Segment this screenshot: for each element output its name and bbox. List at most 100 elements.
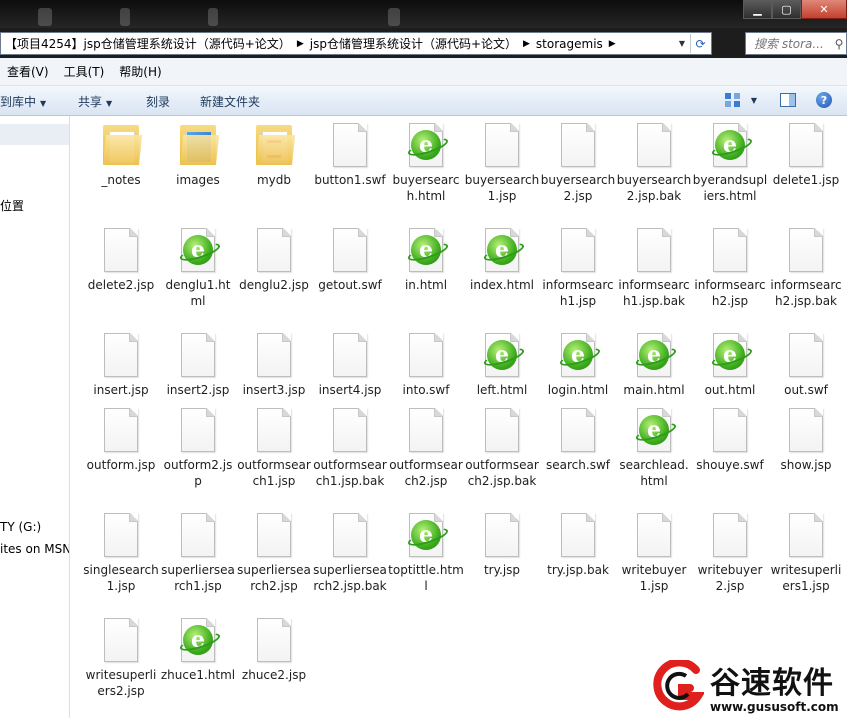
file-item[interactable]: e toptittle.html [388, 510, 464, 594]
file-item[interactable]: outformsearch2.jsp [388, 405, 464, 489]
file-item[interactable]: outformsearch2.jsp.bak [464, 405, 540, 489]
breadcrumb-project[interactable]: 【项目4254】jsp仓储管理系统设计（源代码+论文） [1, 35, 295, 52]
maximize-button[interactable]: ▢ [772, 0, 801, 19]
folder-item[interactable]: images [160, 120, 236, 188]
file-item[interactable]: informsearch1.jsp.bak [616, 225, 692, 309]
address-history-dropdown-icon[interactable]: ▼ [675, 33, 689, 54]
file-item[interactable]: into.swf [388, 330, 464, 398]
menu-help[interactable]: 帮助(H) [112, 63, 169, 80]
document-icon [331, 332, 369, 377]
nav-item-drive-g[interactable]: TY (G:) [0, 520, 41, 534]
file-item[interactable]: buyersearch1.jsp [464, 120, 540, 204]
file-item[interactable]: insert2.jsp [160, 330, 236, 398]
file-item[interactable]: delete1.jsp [768, 120, 844, 188]
file-item[interactable]: singlesearch1.jsp [83, 510, 159, 594]
file-item[interactable]: try.jsp [464, 510, 540, 578]
file-item[interactable]: show.jsp [768, 405, 844, 473]
file-name: buyersearch.html [392, 173, 460, 203]
nav-selected-row[interactable] [0, 124, 69, 145]
file-item[interactable]: outformsearch1.jsp [236, 405, 312, 489]
file-name: out.swf [784, 383, 828, 397]
file-name: outform.jsp [86, 458, 156, 472]
breadcrumb-chevron-icon[interactable]: ▶ [607, 39, 618, 49]
file-item[interactable]: zhuce2.jsp [236, 615, 312, 683]
file-item[interactable]: insert3.jsp [236, 330, 312, 398]
file-item[interactable]: delete2.jsp [83, 225, 159, 293]
file-item[interactable]: e denglu1.html [160, 225, 236, 309]
file-item[interactable]: shouye.swf [692, 405, 768, 473]
folder-item[interactable]: mydb [236, 120, 312, 188]
file-item[interactable]: e searchlead.html [616, 405, 692, 489]
file-name: zhuce1.html [160, 668, 236, 682]
file-item[interactable]: e byerandsupliers.html [692, 120, 768, 204]
nav-item-locations[interactable]: 位置 [0, 197, 24, 214]
document-icon [102, 617, 140, 662]
file-item[interactable]: outform.jsp [83, 405, 159, 473]
file-item[interactable]: getout.swf [312, 225, 388, 293]
breadcrumb-chevron-icon[interactable]: ▶ [295, 39, 306, 49]
share-button[interactable]: 共享 ▼ [78, 93, 112, 110]
view-grid-icon [724, 93, 740, 107]
include-in-library-button[interactable]: 到库中 ▼ [0, 93, 46, 110]
breadcrumb-current[interactable]: storagemis [532, 37, 607, 51]
window-title-bar: ▁ ▢ ✕ [0, 0, 847, 28]
menu-tools[interactable]: 工具(T) [57, 63, 113, 80]
file-item[interactable]: informsearch1.jsp [540, 225, 616, 309]
file-item[interactable]: search.swf [540, 405, 616, 473]
minimize-button[interactable]: ▁ [743, 0, 772, 19]
file-item[interactable]: button1.swf [312, 120, 388, 188]
file-item[interactable]: superliersearch2.jsp.bak [312, 510, 388, 594]
file-item[interactable]: e in.html [388, 225, 464, 293]
menu-view[interactable]: 查看(V) [0, 63, 57, 80]
file-item[interactable]: out.swf [768, 330, 844, 398]
file-item[interactable]: e zhuce1.html [160, 615, 236, 683]
preview-pane-button[interactable] [779, 91, 797, 109]
file-item[interactable]: e index.html [464, 225, 540, 293]
html-file-icon: e [483, 332, 521, 377]
file-item[interactable]: outform2.jsp [160, 405, 236, 489]
file-item[interactable]: writesuperliers2.jsp [83, 615, 159, 699]
file-name: insert2.jsp [166, 383, 230, 397]
file-item[interactable]: e left.html [464, 330, 540, 398]
share-label: 共享 [78, 95, 103, 109]
nav-item-msn[interactable]: ites on MSN [0, 542, 69, 556]
folder-item[interactable]: _notes [83, 120, 159, 188]
file-item[interactable]: denglu2.jsp [236, 225, 312, 293]
search-icon[interactable]: ⚲ [832, 37, 846, 51]
file-item[interactable]: buyersearch2.jsp.bak [616, 120, 692, 204]
file-item[interactable]: e login.html [540, 330, 616, 398]
file-name: byerandsupliers.html [692, 173, 768, 203]
file-item[interactable]: superliersearch1.jsp [160, 510, 236, 594]
file-item[interactable]: insert4.jsp [312, 330, 388, 398]
file-item[interactable]: insert.jsp [83, 330, 159, 398]
file-item[interactable]: informsearch2.jsp.bak [768, 225, 844, 309]
file-item[interactable]: buyersearch2.jsp [540, 120, 616, 204]
breadcrumb-subfolder[interactable]: jsp仓储管理系统设计（源代码+论文） [306, 35, 521, 52]
watermark-title: 谷速软件 [710, 666, 834, 701]
file-item[interactable]: e buyersearch.html [388, 120, 464, 204]
change-view-button[interactable]: ▼ [724, 91, 758, 109]
file-item[interactable]: outformsearch1.jsp.bak [312, 405, 388, 489]
document-icon [559, 227, 597, 272]
help-icon[interactable]: ? [816, 92, 832, 108]
address-bar[interactable]: 【项目4254】jsp仓储管理系统设计（源代码+论文） ▶ jsp仓储管理系统设… [0, 32, 712, 55]
new-folder-button[interactable]: 新建文件夹 [200, 93, 260, 110]
file-item[interactable]: e main.html [616, 330, 692, 398]
file-item[interactable]: writesuperliers1.jsp [768, 510, 844, 594]
search-input[interactable] [752, 35, 832, 52]
file-item[interactable]: writebuyer2.jsp [692, 510, 768, 594]
file-item[interactable]: informsearch2.jsp [692, 225, 768, 309]
file-item[interactable]: superliersearch2.jsp [236, 510, 312, 594]
breadcrumb-chevron-icon[interactable]: ▶ [521, 39, 532, 49]
file-item[interactable]: e out.html [692, 330, 768, 398]
search-box[interactable]: ⚲ [745, 32, 847, 55]
html-file-icon: e [635, 407, 673, 452]
file-name: search.swf [546, 458, 610, 472]
html-file-icon: e [179, 617, 217, 662]
close-button[interactable]: ✕ [801, 0, 847, 19]
refresh-icon[interactable]: ⟳ [690, 34, 710, 53]
file-item[interactable]: writebuyer1.jsp [616, 510, 692, 594]
blurred-title-icon [388, 8, 400, 26]
file-item[interactable]: try.jsp.bak [540, 510, 616, 578]
burn-button[interactable]: 刻录 [146, 93, 170, 110]
